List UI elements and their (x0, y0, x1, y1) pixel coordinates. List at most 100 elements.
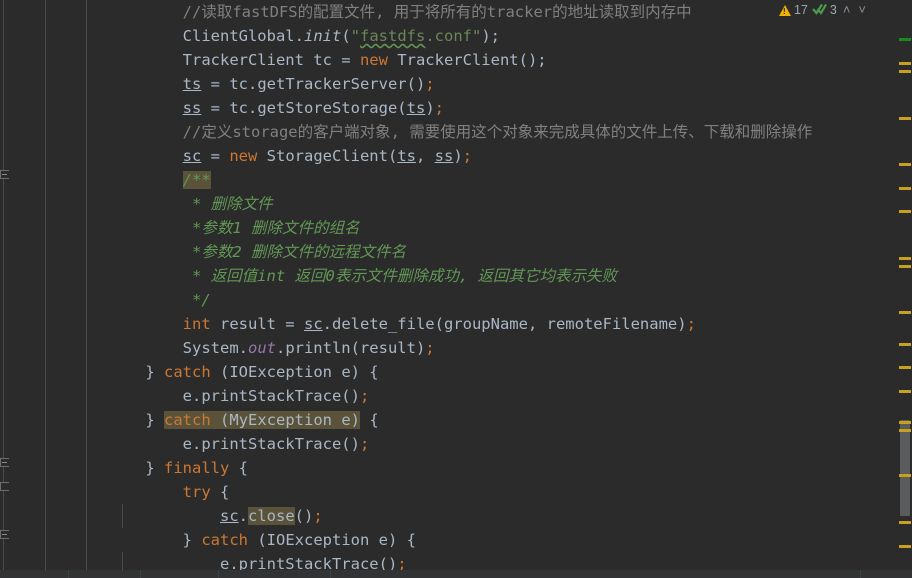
code-line[interactable]: */ (108, 288, 912, 312)
code-token: init (303, 27, 342, 45)
code-token: //定义storage的客户端对象, 需要使用这个对象来完成具体的文件上传、下载… (182, 123, 813, 141)
code-line[interactable]: *参数1 删除文件的组名 (108, 216, 912, 240)
code-line[interactable]: ss = tc.getStoreStorage(ts); (108, 96, 912, 120)
code-line[interactable]: sc.close(); (108, 504, 912, 528)
code-token: finally (154, 459, 239, 477)
code-token: fastdfs (360, 27, 426, 45)
code-line[interactable]: try { (108, 480, 912, 504)
code-line[interactable]: //定义storage的客户端对象, 需要使用这个对象来完成具体的文件上传、下载… (108, 120, 912, 144)
error-stripe-mark[interactable] (899, 70, 911, 73)
code-fold-marker[interactable] (0, 482, 10, 493)
code-line[interactable]: } catch (IOException e) { (108, 528, 912, 552)
error-stripe-mark[interactable] (899, 311, 911, 314)
error-stripe-mark[interactable] (899, 163, 911, 166)
code-token: } (145, 411, 155, 429)
code-token: ts (406, 99, 426, 117)
code-line[interactable]: /** (108, 168, 912, 192)
code-token: e.printStackTrace() (182, 387, 360, 405)
prev-problem-chevron-up-icon[interactable]: ˄ (841, 3, 853, 17)
code-line[interactable]: * 返回值int 返回0表示文件删除成功, 返回其它均表示失败 (108, 264, 912, 288)
code-token: catch (192, 531, 258, 549)
error-stripe-mark[interactable] (899, 421, 911, 424)
code-line[interactable]: } finally { (108, 456, 912, 480)
code-token: TrackerClient tc = (182, 51, 360, 69)
error-stripe-mark[interactable] (899, 210, 911, 213)
code-token: new (359, 51, 388, 69)
code-fold-marker[interactable] (0, 530, 10, 541)
error-stripe-mark[interactable] (899, 366, 911, 369)
ok-indicator[interactable]: 3 (812, 2, 837, 18)
code-fold-marker[interactable] (0, 170, 10, 181)
code-line[interactable]: int result = sc.delete_file(groupName, r… (108, 312, 912, 336)
code-token: (IOException e) { (257, 531, 416, 549)
bottom-bar-separator (330, 570, 331, 578)
error-stripe-mark[interactable] (899, 117, 911, 120)
code-token: int (182, 315, 211, 333)
code-token: ClientGlobal. (182, 27, 304, 45)
warning-triangle-icon (778, 4, 791, 16)
code-line[interactable]: System.out.println(result); (108, 336, 912, 360)
code-token: StorageClient( (257, 147, 398, 165)
code-line[interactable]: ts = tc.getTrackerServer(); (108, 72, 912, 96)
editor-gutter (0, 0, 108, 578)
error-stripe-mark[interactable] (899, 521, 911, 524)
code-token: catch (154, 363, 220, 381)
error-stripe-mark[interactable] (899, 390, 911, 393)
code-line[interactable]: *参数2 删除文件的远程文件名 (108, 240, 912, 264)
code-fold-marker[interactable] (0, 458, 10, 469)
error-stripe-scrollbar[interactable] (898, 0, 912, 570)
error-stripe-mark[interactable] (899, 257, 911, 260)
code-line[interactable]: } catch (MyException e) { (108, 408, 912, 432)
code-token: " (350, 27, 360, 45)
code-token: .println(result) (275, 339, 426, 357)
error-stripe-mark[interactable] (899, 474, 911, 477)
code-line[interactable]: * 删除文件 (108, 192, 912, 216)
error-stripe-mark[interactable] (899, 545, 911, 548)
error-stripe-mark[interactable] (899, 265, 911, 268)
code-token: /** (182, 171, 211, 189)
code-token: */ (192, 291, 211, 309)
code-token: ; (434, 99, 444, 117)
code-token: () (294, 507, 314, 525)
code-token: * 删除文件 (192, 195, 273, 213)
code-line[interactable]: e.printStackTrace(); (108, 432, 912, 456)
code-line[interactable]: TrackerClient tc = new TrackerClient(); (108, 48, 912, 72)
code-token: (IOException e) { (220, 363, 379, 381)
code-token: ) (453, 147, 463, 165)
error-stripe-mark[interactable] (899, 62, 911, 65)
code-line[interactable]: sc = new StorageClient(ts, ss); (108, 144, 912, 168)
code-line[interactable]: } catch (IOException e) { (108, 360, 912, 384)
error-stripe-mark[interactable] (899, 343, 911, 346)
code-token: ; (686, 315, 696, 333)
code-text-area[interactable]: //读取fastDFS的配置文件, 用于将所有的tracker的地址读取到内存中… (108, 0, 912, 578)
code-token: ; (425, 339, 435, 357)
code-line[interactable]: ClientGlobal.init("fastdfs.conf"); (108, 24, 912, 48)
inspection-widget[interactable]: 17 3 ˄ ˅ (778, 2, 868, 18)
error-stripe-mark[interactable] (899, 187, 911, 190)
code-token: ); (481, 27, 500, 45)
gutter-divider-2 (45, 0, 46, 570)
bottom-bar-separator (68, 570, 69, 578)
code-line[interactable]: e.printStackTrace(); (108, 384, 912, 408)
error-stripe-mark[interactable] (899, 38, 911, 41)
indent-guide (122, 504, 123, 528)
code-token: = (201, 147, 230, 165)
code-token: TrackerClient(); (387, 51, 547, 69)
error-stripe-mark[interactable] (899, 429, 911, 432)
gutter-divider-3 (86, 0, 87, 570)
code-token: * 返回值int 返回0表示文件删除成功, 返回其它均表示失败 (192, 267, 617, 285)
scrollbar-thumb[interactable] (900, 420, 910, 516)
warning-indicator[interactable]: 17 (778, 3, 808, 17)
next-problem-chevron-down-icon[interactable]: ˅ (856, 3, 868, 17)
